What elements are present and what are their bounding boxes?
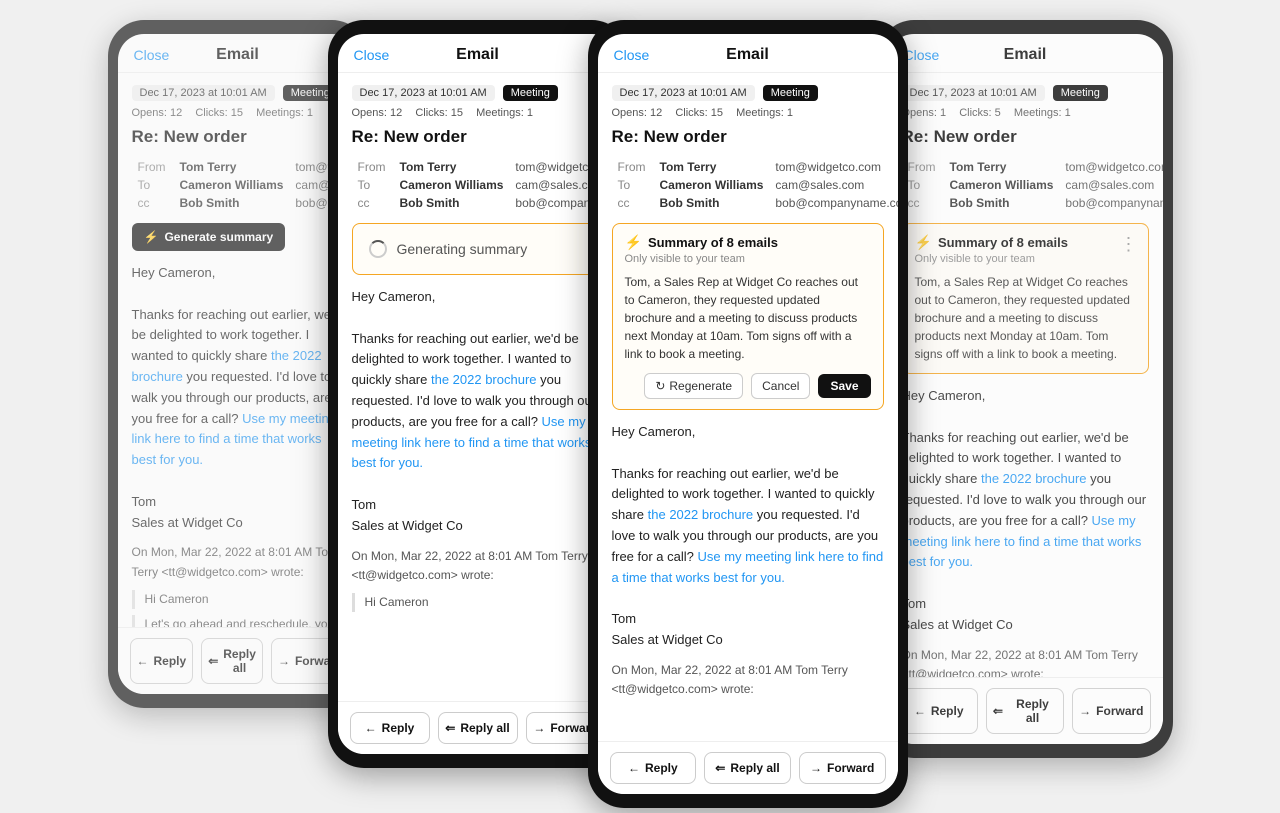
panel-4-forward-btn[interactable]: → Forward	[1072, 688, 1150, 734]
panel-4-close-btn[interactable]: Close	[904, 47, 940, 63]
panel-1-generate-btn[interactable]: ⚡ Generate summary	[132, 223, 286, 251]
brochure-link-2[interactable]: the 2022 brochure	[431, 372, 537, 387]
panel-3-forward-btn[interactable]: → Forward	[799, 752, 886, 784]
panel-1-header: Close Email	[118, 34, 358, 73]
lightning-icon: ⚡	[144, 230, 159, 244]
panel-1-stats: Opens: 12 Clicks: 15 Meetings: 1	[132, 107, 344, 119]
panel-4-summary-title: Summary of 8 emails	[938, 235, 1068, 250]
panel-1-title: Email	[216, 46, 259, 64]
lightning-icon-3: ⚡	[625, 234, 642, 251]
panel-3-subject: Re: New order	[612, 127, 884, 147]
panel-3-summary-subtitle: Only visible to your team	[625, 253, 871, 265]
panel-2: Close Email Dec 17, 2023 at 10:01 AM Mee…	[328, 20, 628, 768]
panel-3-title: Email	[726, 46, 769, 64]
panel-4-from-table: From Tom Terry tom@widgetco.com To Camer…	[902, 157, 1163, 213]
panel-2-email-body: Hey Cameron, Thanks for reaching out ear…	[352, 287, 604, 612]
panel-2-date: Dec 17, 2023 at 10:01 AM	[352, 85, 495, 101]
panel-3-from-table: From Tom Terry tom@widgetco.com To Camer…	[612, 157, 898, 213]
panel-2-close-btn[interactable]: Close	[354, 47, 390, 63]
panel-4-reply-btn[interactable]: ← Reply	[900, 688, 978, 734]
panel-4-summary-text: Tom, a Sales Rep at Widget Co reaches ou…	[915, 273, 1136, 363]
panel-2-meeting-badge: Meeting	[503, 85, 558, 101]
panel-3-email-body: Hey Cameron, Thanks for reaching out ear…	[612, 422, 884, 699]
panel-3: Close Email Dec 17, 2023 at 10:01 AM Mee…	[588, 20, 908, 808]
panel-3-reply-btn[interactable]: ← Reply	[610, 752, 697, 784]
panel-4-email-body: Hey Cameron, Thanks for reaching out ear…	[902, 386, 1149, 677]
panel-2-generating-text: Generating summary	[397, 241, 528, 257]
panel-2-from-table: From Tom Terry tom@widgetco.com To Camer…	[352, 157, 618, 213]
panel-2-generating-box: Generating summary	[352, 223, 604, 275]
panel-3-summary-box: ⚡ Summary of 8 emails Only visible to yo…	[612, 223, 884, 410]
brochure-link-3[interactable]: the 2022 brochure	[648, 507, 754, 522]
panel-3-regenerate-btn[interactable]: ↻ Regenerate	[644, 373, 743, 399]
panel-2-stats: Opens: 12 Clicks: 15 Meetings: 1	[352, 107, 604, 119]
panel-1-subject: Re: New order	[132, 127, 344, 147]
panel-1-reply-btn[interactable]: ← Reply	[130, 638, 194, 684]
panel-4-summary-box: ⋮ ⚡ Summary of 8 emails Only visible to …	[902, 223, 1149, 374]
panel-1-footer: ← Reply ⇐ Reply all → Forward	[118, 627, 358, 694]
panel-2-header: Close Email	[338, 34, 618, 73]
panel-4-header: Close Email	[888, 34, 1163, 73]
spinner-icon	[369, 240, 387, 258]
panel-3-footer: ← Reply ⇐ Reply all → Forward	[598, 741, 898, 794]
panel-3-stats: Opens: 12 Clicks: 15 Meetings: 1	[612, 107, 884, 119]
panel-3-date: Dec 17, 2023 at 10:01 AM	[612, 85, 755, 101]
panel-2-reply-btn[interactable]: ← Reply	[350, 712, 430, 744]
panel-3-summary-title: Summary of 8 emails	[648, 235, 778, 250]
panel-2-title: Email	[456, 46, 499, 64]
panel-4: Close Email Dec 17, 2023 at 10:01 AM Mee…	[878, 20, 1173, 758]
panel-4-date: Dec 17, 2023 at 10:01 AM	[902, 85, 1045, 101]
panel-3-save-btn[interactable]: Save	[818, 374, 870, 398]
panel-4-stats: Opens: 1 Clicks: 5 Meetings: 1	[902, 107, 1149, 119]
panel-3-header: Close Email	[598, 34, 898, 73]
panel-4-footer: ← Reply ⇐ Reply all → Forward	[888, 677, 1163, 744]
panel-3-meeting-badge: Meeting	[763, 85, 818, 101]
panel-1-close-btn[interactable]: Close	[134, 47, 170, 63]
panel-4-summary-menu-icon[interactable]: ⋮	[1120, 234, 1138, 255]
panel-1-date: Dec 17, 2023 at 10:01 AM	[132, 85, 275, 101]
panel-3-close-btn[interactable]: Close	[614, 47, 650, 63]
panel-4-meeting-badge: Meeting	[1053, 85, 1108, 101]
panel-4-reply-all-btn[interactable]: ⇐ Reply all	[986, 688, 1064, 734]
panel-1-from-table: From Tom Terry tom@widgetco.com To Camer…	[132, 157, 358, 213]
panel-2-subject: Re: New order	[352, 127, 604, 147]
panel-2-reply-all-btn[interactable]: ⇐ Reply all	[438, 712, 518, 744]
panel-3-reply-all-btn[interactable]: ⇐ Reply all	[704, 752, 791, 784]
panel-3-summary-text: Tom, a Sales Rep at Widget Co reaches ou…	[625, 273, 871, 363]
panel-3-cancel-btn[interactable]: Cancel	[751, 373, 810, 399]
brochure-link-4[interactable]: the 2022 brochure	[981, 471, 1087, 486]
panel-4-summary-subtitle: Only visible to your team	[915, 253, 1136, 265]
panel-1-reply-all-btn[interactable]: ⇐ Reply all	[201, 638, 263, 684]
panel-4-title: Email	[1004, 46, 1047, 64]
panel-1-email-body: Hey Cameron, Thanks for reaching out ear…	[132, 263, 344, 627]
panel-4-subject: Re: New order	[902, 127, 1149, 147]
lightning-icon-4: ⚡	[915, 234, 932, 251]
panel-2-footer: ← Reply ⇐ Reply all → Forward	[338, 701, 618, 754]
